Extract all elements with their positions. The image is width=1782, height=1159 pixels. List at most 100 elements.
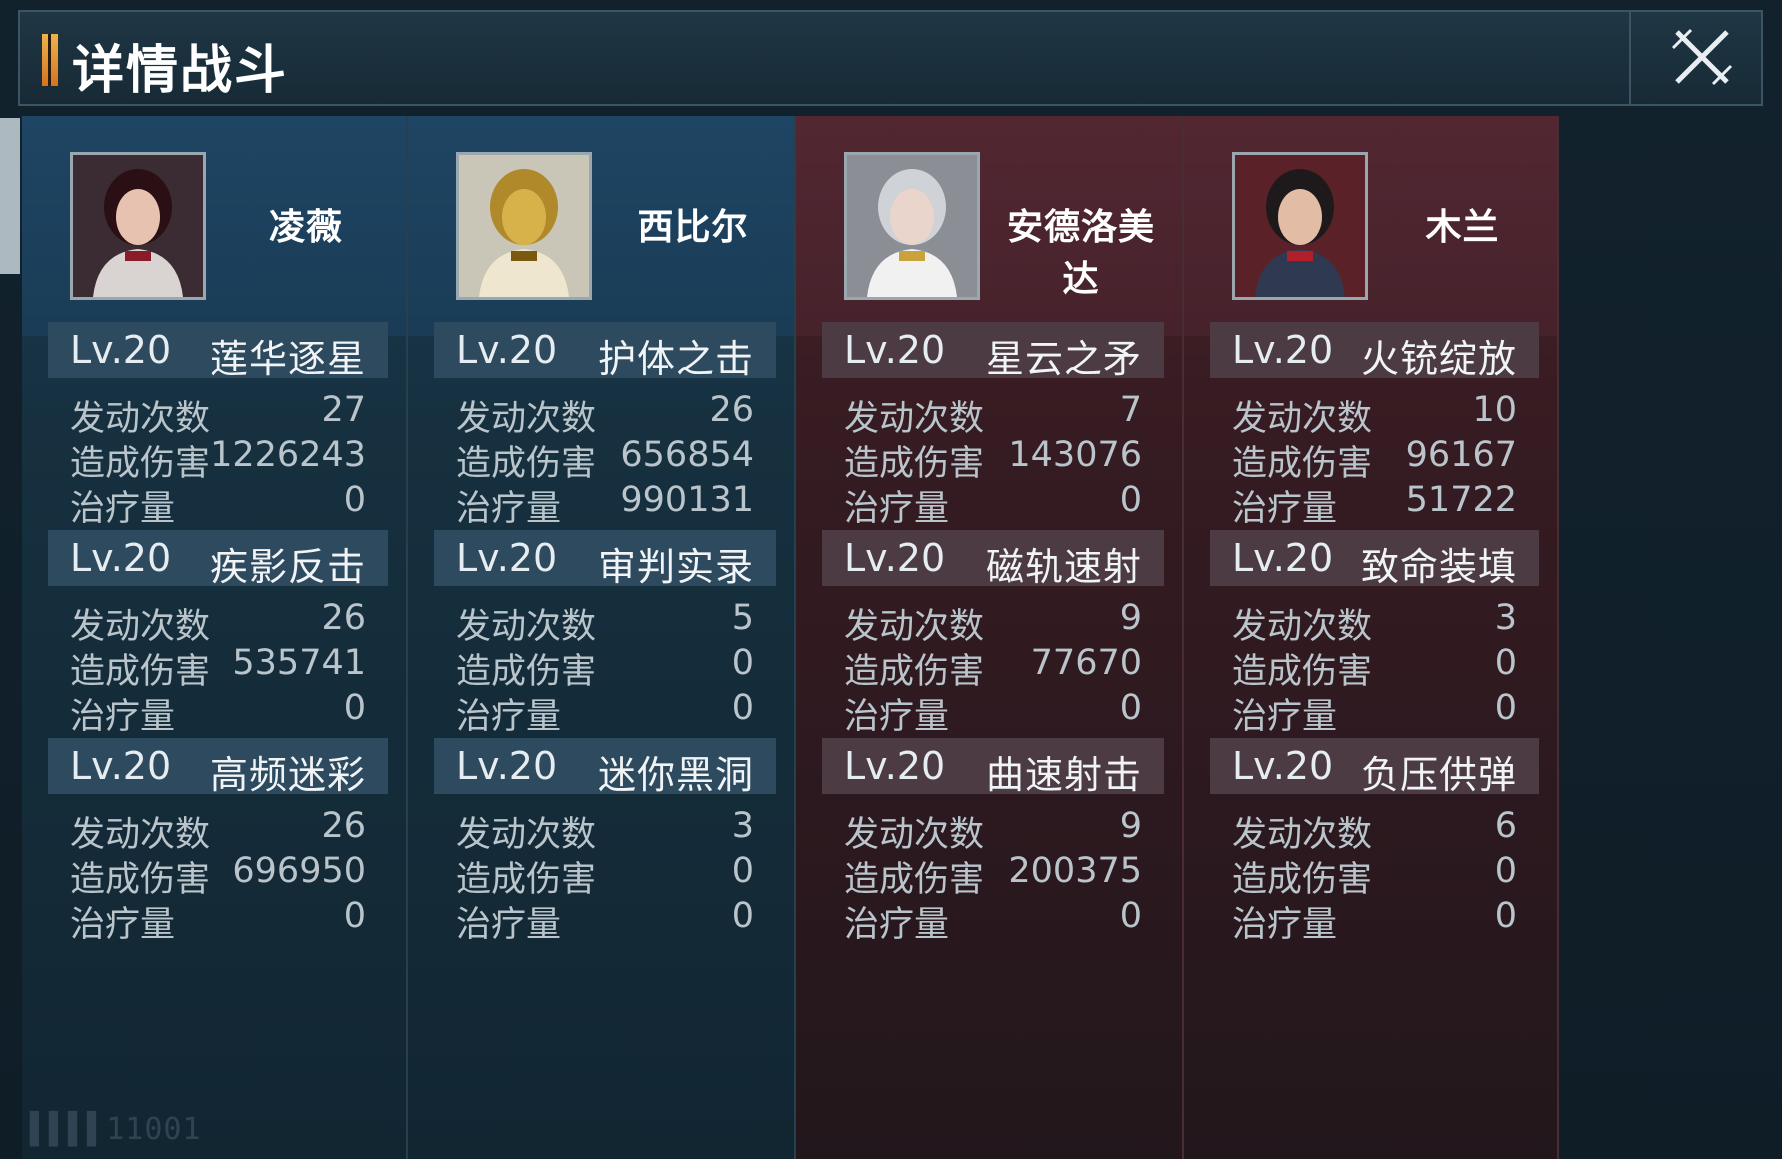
stat-row: 发动次数 26 (434, 388, 776, 439)
skill-header: Lv.20 审判实录 (434, 530, 776, 589)
stat-value: 990131 (620, 480, 754, 520)
skill-level: Lv.20 (844, 744, 946, 788)
stat-value: 9 (1119, 598, 1142, 638)
hero-portrait-icon (73, 155, 203, 297)
skill-block: Lv.20 高频迷彩 发动次数 26 造成伤害 696950 治疗量 0 (48, 738, 388, 945)
skill-block: Lv.20 火铳绽放 发动次数 10 造成伤害 96167 治疗量 51722 (1210, 322, 1539, 529)
stat-value: 0 (1119, 688, 1142, 728)
stat-value: 10 (1472, 390, 1517, 430)
hero-column: 木兰 Lv.20 火铳绽放 发动次数 10 造成伤害 96167 治疗量 51722 Lv.20 致… (1184, 116, 1559, 1159)
skill-stats: 发动次数 26 造成伤害 696950 治疗量 0 (48, 794, 388, 945)
stat-value: 26 (321, 598, 366, 638)
skill-name: 星云之矛 (985, 337, 1142, 381)
skill-stats: 发动次数 9 造成伤害 77670 治疗量 0 (822, 586, 1164, 737)
skill-level: Lv.20 (70, 328, 172, 372)
stat-row: 发动次数 10 (1210, 388, 1539, 439)
stat-value: 96167 (1405, 435, 1517, 475)
stat-row: 发动次数 9 (822, 804, 1164, 855)
hero-column: 凌薇 Lv.20 莲华逐星 发动次数 27 造成伤害 1226243 治疗量 0 Lv.20 疾影反… (22, 116, 408, 1159)
stat-row: 发动次数 26 (48, 804, 388, 855)
stat-label: 治疗量 (70, 489, 176, 529)
stat-label: 治疗量 (70, 905, 176, 945)
skill-block: Lv.20 星云之矛 发动次数 7 造成伤害 143076 治疗量 0 (822, 322, 1164, 529)
skill-level: Lv.20 (1232, 536, 1334, 580)
hero-column: 西比尔 Lv.20 护体之击 发动次数 26 造成伤害 656854 治疗量 990131 Lv.… (408, 116, 796, 1159)
skill-block: Lv.20 疾影反击 发动次数 26 造成伤害 535741 治疗量 0 (48, 530, 388, 737)
stat-row: 造成伤害 96167 (1210, 433, 1539, 484)
skill-header: Lv.20 星云之矛 (822, 322, 1164, 381)
stat-row: 发动次数 27 (48, 388, 388, 439)
skill-level: Lv.20 (844, 536, 946, 580)
stat-row: 造成伤害 0 (1210, 849, 1539, 900)
skill-header: Lv.20 疾影反击 (48, 530, 388, 589)
hero-name: 木兰 (1425, 206, 1500, 248)
skill-stats: 发动次数 7 造成伤害 143076 治疗量 0 (822, 378, 1164, 529)
stat-row: 造成伤害 77670 (822, 641, 1164, 692)
stat-value: 26 (709, 390, 754, 430)
hero-header: 西比尔 (408, 116, 794, 336)
skill-name: 曲速射击 (985, 753, 1142, 797)
skill-level: Lv.20 (1232, 328, 1334, 372)
hero-portrait-icon (1235, 155, 1365, 297)
stat-row: 发动次数 26 (48, 596, 388, 647)
hero-portrait-icon (847, 155, 977, 297)
skill-stats: 发动次数 9 造成伤害 200375 治疗量 0 (822, 794, 1164, 945)
skill-level: Lv.20 (70, 744, 172, 788)
skill-block: Lv.20 审判实录 发动次数 5 造成伤害 0 治疗量 0 (434, 530, 776, 737)
close-button[interactable] (1629, 12, 1761, 104)
stat-value: 535741 (232, 643, 366, 683)
stat-row: 造成伤害 200375 (822, 849, 1164, 900)
stat-row: 造成伤害 0 (434, 641, 776, 692)
stat-row: 发动次数 9 (822, 596, 1164, 647)
stat-value: 0 (1494, 688, 1517, 728)
side-drawer-tab[interactable] (0, 118, 20, 274)
stat-row: 发动次数 5 (434, 596, 776, 647)
skill-stats: 发动次数 26 造成伤害 535741 治疗量 0 (48, 586, 388, 737)
skill-name: 高频迷彩 (209, 753, 366, 797)
title-accent-bar (42, 34, 58, 86)
skill-header: Lv.20 迷你黑洞 (434, 738, 776, 797)
stat-value: 9 (1119, 806, 1142, 846)
skill-name: 护体之击 (597, 337, 754, 381)
stat-row: 治疗量 0 (1210, 894, 1539, 945)
hero-name: 凌薇 (268, 206, 343, 248)
stat-value: 0 (343, 688, 366, 728)
stat-row: 造成伤害 0 (434, 849, 776, 900)
skill-stats: 发动次数 10 造成伤害 96167 治疗量 51722 (1210, 378, 1539, 529)
stat-label: 治疗量 (844, 489, 950, 529)
hero-avatar[interactable] (456, 152, 592, 300)
skill-name: 莲华逐星 (209, 337, 366, 381)
stat-label: 治疗量 (1232, 697, 1338, 737)
skill-stats: 发动次数 27 造成伤害 1226243 治疗量 0 (48, 378, 388, 529)
stat-value: 0 (1119, 480, 1142, 520)
stat-row: 治疗量 0 (1210, 686, 1539, 737)
skill-name: 火铳绽放 (1360, 337, 1517, 381)
stat-value: 0 (1119, 896, 1142, 936)
hero-avatar[interactable] (70, 152, 206, 300)
hero-header: 安德洛美达 (796, 116, 1182, 336)
skill-header: Lv.20 护体之击 (434, 322, 776, 381)
stat-row: 治疗量 0 (822, 478, 1164, 529)
stat-row: 治疗量 0 (434, 894, 776, 945)
hero-name: 西比尔 (637, 206, 749, 248)
skill-stats: 发动次数 3 造成伤害 0 治疗量 0 (434, 794, 776, 945)
skill-stats: 发动次数 26 造成伤害 656854 治疗量 990131 (434, 378, 776, 529)
stat-value: 0 (1494, 896, 1517, 936)
stat-value: 0 (1494, 851, 1517, 891)
close-icon[interactable] (1671, 26, 1733, 88)
skill-name: 致命装填 (1360, 545, 1517, 589)
stat-row: 治疗量 51722 (1210, 478, 1539, 529)
stat-value: 6 (1494, 806, 1517, 846)
stat-label: 治疗量 (844, 697, 950, 737)
stat-value: 1226243 (210, 435, 366, 475)
skill-block: Lv.20 曲速射击 发动次数 9 造成伤害 200375 治疗量 0 (822, 738, 1164, 945)
stat-row: 治疗量 990131 (434, 478, 776, 529)
stat-value: 3 (731, 806, 754, 846)
stat-row: 造成伤害 143076 (822, 433, 1164, 484)
hero-avatar[interactable] (844, 152, 980, 300)
hero-avatar[interactable] (1232, 152, 1368, 300)
stat-value: 0 (731, 643, 754, 683)
battle-detail-window: 详情战斗 凌薇 Lv.20 莲华逐星 发动次数 27 造成伤害 1226243 治疗量 0 Lv.… (0, 0, 1782, 1159)
stat-label: 治疗量 (1232, 489, 1338, 529)
skill-stats: 发动次数 3 造成伤害 0 治疗量 0 (1210, 586, 1539, 737)
